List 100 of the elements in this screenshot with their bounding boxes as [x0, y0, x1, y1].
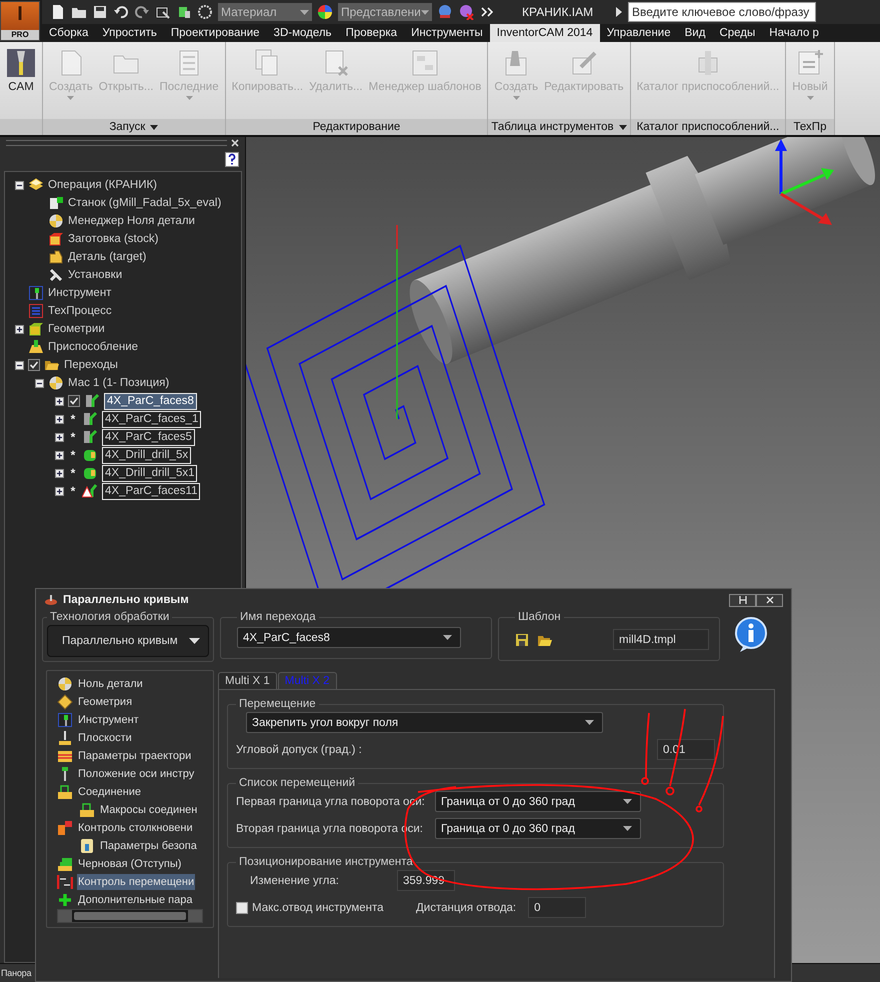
nav-item[interactable]: Инструмент — [77, 712, 140, 728]
nav-item[interactable]: Черновая (Отступы) — [77, 856, 182, 872]
expand-icon[interactable] — [55, 450, 64, 460]
tree-item[interactable]: 4X_Drill_drill_5x — [102, 446, 192, 464]
diagram-icon — [410, 48, 440, 78]
tree-item[interactable]: 4X_Drill_drill_5x1 — [102, 464, 198, 482]
group-label: ТехПр — [794, 121, 826, 134]
group-label: Каталог приспособлений... — [636, 121, 780, 134]
collapse-icon[interactable] — [15, 360, 24, 370]
ribbon-tab[interactable]: Среды — [712, 24, 762, 42]
tree-item[interactable]: 4X_ParC_faces_1 — [102, 410, 202, 428]
ribbon-tab[interactable]: Проверка — [338, 24, 404, 42]
tab[interactable]: Multi X 1 — [218, 672, 277, 689]
nav-item[interactable]: Плоскости — [77, 730, 133, 746]
tree-item[interactable]: 4X_ParC_faces8 — [104, 392, 197, 410]
checkbox[interactable] — [68, 395, 80, 408]
operation-name-dropdown[interactable]: 4X_ParC_faces8 — [237, 627, 461, 648]
redo-icon[interactable] — [134, 4, 150, 20]
save-icon[interactable] — [92, 4, 108, 20]
color-wheel-icon[interactable] — [317, 4, 333, 20]
expand-icon[interactable] — [55, 396, 64, 406]
ribbon-tab[interactable]: 3D-модель — [266, 24, 339, 42]
tree-item[interactable]: Инструмент — [48, 287, 112, 300]
help-icon[interactable] — [225, 152, 239, 168]
info-icon[interactable] — [734, 617, 768, 653]
tree-item[interactable]: Приспособление — [48, 341, 138, 354]
checkbox[interactable] — [28, 359, 40, 372]
limit-dropdown[interactable]: Граница от 0 до 360 град — [435, 791, 641, 812]
caret-icon — [806, 96, 814, 100]
expand-icon[interactable] — [55, 486, 64, 496]
nav-item[interactable]: Геометрия — [77, 694, 134, 710]
tree-item[interactable]: 4X_ParC_faces11 — [102, 482, 200, 500]
caret-icon[interactable] — [618, 124, 627, 130]
motion-mode-dropdown[interactable]: Закрепить угол вокруг поля — [246, 712, 603, 733]
nav-item[interactable]: Дополнительные пара — [77, 892, 194, 908]
maximize-button[interactable] — [729, 594, 756, 606]
ribbon-tab[interactable]: Сборка — [42, 24, 96, 42]
tree-item[interactable]: Переходы — [64, 359, 118, 372]
nav-item[interactable]: Параметры безопа — [99, 838, 198, 854]
collapse-icon[interactable] — [15, 180, 24, 190]
ribbon-tab[interactable]: Инструменты — [404, 24, 490, 42]
expand-icon[interactable] — [55, 468, 64, 478]
section-legend: Позиционирование инструмента — [236, 856, 416, 868]
new-file-icon[interactable] — [50, 4, 66, 20]
nav-item[interactable]: Положение оси инстру — [77, 766, 196, 782]
save-icon[interactable] — [515, 632, 529, 646]
nav-item[interactable]: Макросы соединен — [99, 802, 198, 818]
expand-icon[interactable] — [55, 432, 64, 442]
tree-item[interactable]: ТехПроцесс — [48, 305, 112, 318]
limit-dropdown[interactable]: Граница от 0 до 360 град — [435, 818, 641, 839]
close-button[interactable] — [756, 594, 783, 606]
globe-icon[interactable] — [437, 4, 453, 20]
app-logo[interactable]: I PRO — [0, 1, 40, 41]
technology-dropdown[interactable]: Параллельно кривым — [47, 625, 209, 657]
wheel-icon[interactable] — [197, 4, 213, 20]
tree-item[interactable]: Мас 1 (1- Позиция) — [68, 377, 170, 390]
fixture-icon — [28, 339, 44, 356]
input-field[interactable]: 0 — [528, 897, 586, 918]
nav-item[interactable]: Контроль столкновени — [77, 820, 194, 836]
checkbox[interactable] — [236, 902, 248, 914]
ribbon-tab[interactable]: InventorCAM 2014 — [490, 24, 600, 42]
caret-icon[interactable] — [150, 124, 158, 130]
tree-item[interactable]: 4X_ParC_faces5 — [102, 428, 195, 446]
part-icon — [48, 249, 64, 266]
tree-item[interactable]: Заготовка (stock) — [68, 233, 158, 246]
ribbon-tab[interactable]: Упростить — [95, 24, 164, 42]
cube-icon[interactable] — [176, 4, 192, 20]
ribbon-tab[interactable]: Управление — [600, 24, 678, 42]
tree-item[interactable]: Операция (КРАНИК) — [48, 179, 157, 192]
group-legend: Шаблон — [515, 611, 564, 623]
ribbon-tab[interactable]: Проектирование — [164, 24, 267, 42]
horizontal-scrollbar[interactable] — [57, 909, 203, 923]
field-label: Угловой допуск (град.) : — [236, 744, 363, 756]
ribbon-button[interactable]: CAM — [3, 42, 39, 120]
nav-item[interactable]: Ноль детали — [77, 676, 144, 692]
expand-icon[interactable] — [15, 324, 24, 334]
globe-x-icon[interactable] — [458, 4, 474, 20]
tree-item[interactable]: Станок (gMill_Fadal_5x_eval) — [68, 197, 222, 210]
expand-icon[interactable] — [55, 414, 64, 424]
representation-dropdown[interactable]: Представлени — [338, 3, 432, 21]
search-field[interactable]: Введите ключевое слово/фразу — [628, 2, 816, 22]
group-label: Запуск — [109, 121, 146, 134]
tree-item[interactable]: Менеджер Ноля детали — [68, 215, 195, 228]
nav-item[interactable]: Параметры траектори — [77, 748, 192, 764]
group-label: Редактирование — [312, 121, 400, 134]
close-icon[interactable] — [231, 139, 239, 148]
material-dropdown[interactable]: Материал — [218, 3, 312, 21]
nav-item[interactable]: Соединение — [77, 784, 142, 800]
tree-item[interactable]: Геометрии — [48, 323, 105, 336]
motion-icon — [57, 874, 73, 890]
ribbon-tab[interactable]: Начало р — [762, 24, 826, 42]
undo-icon[interactable] — [113, 4, 129, 20]
collapse-icon[interactable] — [35, 378, 44, 388]
ribbon-tab[interactable]: Вид — [678, 24, 712, 42]
arrow-icon[interactable] — [615, 7, 623, 17]
nav-item[interactable]: Контроль перемещени — [77, 874, 196, 890]
link-icon — [79, 802, 95, 818]
tree-item[interactable]: Установки — [68, 269, 122, 282]
tree-item[interactable]: Деталь (target) — [68, 251, 146, 264]
template-field[interactable]: mill4D.tmpl — [613, 629, 709, 650]
